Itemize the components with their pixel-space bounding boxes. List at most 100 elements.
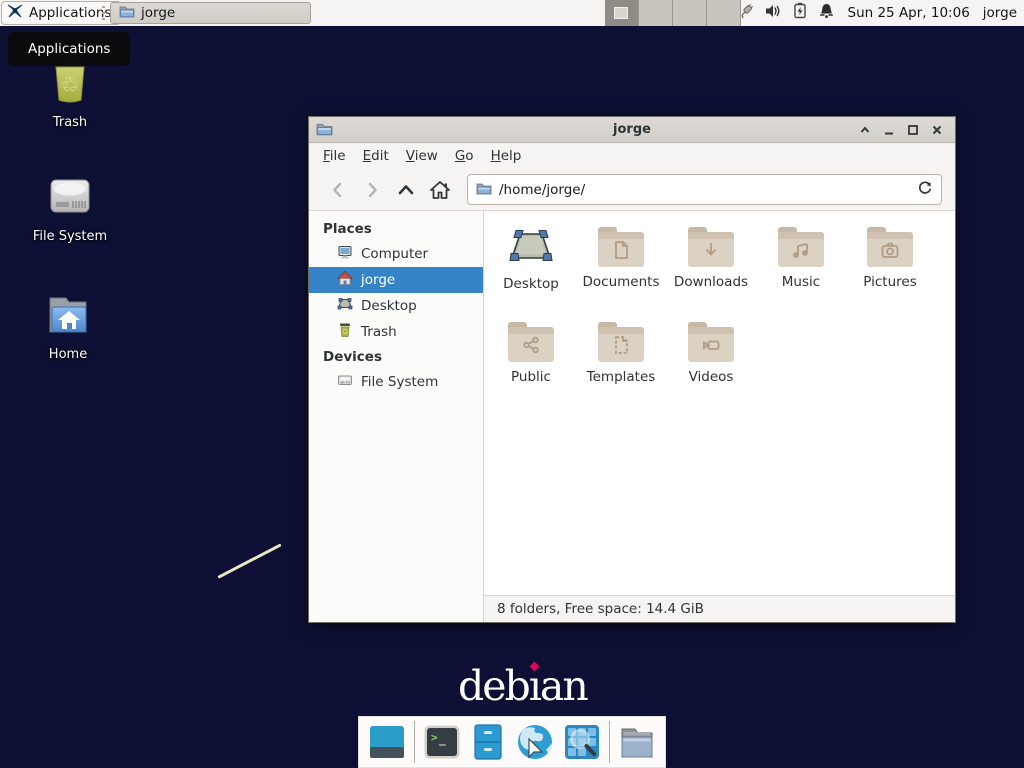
- sidebar-item-label: Computer: [361, 246, 428, 262]
- sidebar-item-jorge[interactable]: jorge: [309, 267, 483, 293]
- minimize-icon: [883, 124, 895, 136]
- panel-grip[interactable]: [102, 6, 106, 20]
- videos-folder-icon: [688, 322, 734, 362]
- shade-button[interactable]: [853, 117, 877, 143]
- workspace-pager[interactable]: [605, 0, 741, 26]
- file-item-public[interactable]: Public: [487, 322, 575, 385]
- file-item-pictures[interactable]: Pictures: [846, 227, 934, 290]
- taskbar-window-label: jorge: [141, 5, 175, 21]
- dock-terminal[interactable]: > _: [422, 720, 462, 764]
- dock-web-browser[interactable]: [515, 720, 555, 764]
- sidebar-item-label: File System: [361, 374, 438, 390]
- menu-view[interactable]: View: [406, 148, 438, 164]
- svg-text:>: >: [431, 731, 438, 744]
- sidebar-item-computer[interactable]: Computer: [309, 241, 483, 267]
- trash-icon: ♲: [45, 91, 95, 110]
- file-item-music[interactable]: Music: [757, 227, 845, 290]
- minimize-button[interactable]: [877, 117, 901, 143]
- file-item-desktop[interactable]: Desktop: [487, 227, 575, 292]
- close-button[interactable]: [925, 117, 949, 143]
- dock-folder[interactable]: [617, 720, 657, 764]
- file-label: Music: [757, 274, 845, 290]
- dock: > _: [358, 716, 666, 768]
- close-icon: [931, 124, 943, 136]
- network-plug-icon[interactable]: [736, 2, 755, 25]
- home-icon: [429, 180, 451, 200]
- chevron-right-icon: [363, 181, 381, 199]
- volume-icon[interactable]: [764, 2, 782, 24]
- hard-drive-icon: [45, 205, 95, 224]
- sidebar-header-places: Places: [309, 217, 483, 241]
- statusbar-text: 8 folders, Free space: 14.4 GiB: [497, 601, 704, 617]
- chevron-left-icon: [329, 181, 347, 199]
- window-folder-icon: [316, 121, 333, 140]
- maximize-button[interactable]: [901, 117, 925, 143]
- maximize-icon: [907, 124, 919, 136]
- desktop-icon-label: Trash: [15, 115, 125, 130]
- chevron-up-icon: [859, 124, 871, 136]
- xfce-logo-icon: [6, 2, 24, 24]
- notifications-bell-icon[interactable]: [818, 2, 835, 24]
- debian-logo-text-end: an: [540, 662, 587, 710]
- menu-help[interactable]: Help: [491, 148, 522, 164]
- file-item-templates[interactable]: Templates: [577, 322, 665, 385]
- battery-icon[interactable]: [791, 2, 809, 24]
- trash-icon: [337, 322, 353, 342]
- desktop-stray-line: [217, 543, 281, 578]
- window-titlebar[interactable]: jorge: [309, 117, 955, 143]
- desktop-icon: [507, 254, 555, 273]
- back-button[interactable]: [321, 175, 355, 205]
- reload-icon[interactable]: [917, 180, 933, 200]
- sidebar-item-label: jorge: [361, 272, 395, 288]
- folder-icon: [617, 724, 657, 760]
- file-label: Documents: [577, 274, 665, 290]
- workspace-2[interactable]: [639, 0, 673, 26]
- path-bar[interactable]: /home/jorge/: [467, 174, 942, 205]
- dock-show-desktop[interactable]: [367, 720, 407, 764]
- file-item-videos[interactable]: Videos: [667, 322, 755, 385]
- file-label: Desktop: [487, 276, 575, 292]
- dock-file-manager[interactable]: [469, 720, 509, 764]
- toolbar: /home/jorge/: [309, 169, 955, 210]
- path-input[interactable]: /home/jorge/: [499, 182, 910, 198]
- downloads-folder-icon: [688, 227, 734, 267]
- sidebar-item-trash[interactable]: Trash: [309, 319, 483, 345]
- menu-go[interactable]: Go: [455, 148, 474, 164]
- taskbar-window-button[interactable]: jorge: [110, 2, 311, 24]
- folder-icon: [476, 180, 492, 199]
- forward-button[interactable]: [355, 175, 389, 205]
- dock-app-finder[interactable]: [562, 720, 602, 764]
- file-item-downloads[interactable]: Downloads: [667, 227, 755, 290]
- public-folder-icon: [508, 322, 554, 362]
- home-button[interactable]: [423, 175, 457, 205]
- menu-file[interactable]: File: [323, 148, 346, 164]
- sidebar-item-label: Desktop: [361, 298, 417, 314]
- top-panel: Applications jorge: [0, 0, 1024, 26]
- debian-logo: debıan: [458, 662, 587, 710]
- sidebar-item-file-system[interactable]: File System: [309, 369, 483, 395]
- up-button[interactable]: [389, 175, 423, 205]
- desktop-icon-home[interactable]: Home: [13, 292, 123, 362]
- file-item-documents[interactable]: Documents: [577, 227, 665, 290]
- window-controls: [853, 117, 949, 143]
- globe-browser-icon: [515, 723, 555, 761]
- sidebar-item-desktop[interactable]: Desktop: [309, 293, 483, 319]
- file-label: Downloads: [667, 274, 755, 290]
- file-view: Desktop Documents: [484, 211, 955, 622]
- sidebar-item-label: Trash: [361, 324, 397, 340]
- dock-separator: [414, 721, 415, 763]
- applications-tooltip: Applications: [8, 32, 130, 66]
- desktop-icon-file-system[interactable]: File System: [15, 172, 125, 244]
- file-label: Templates: [577, 369, 665, 385]
- panel-username[interactable]: jorge: [983, 5, 1017, 21]
- system-tray: [736, 2, 835, 25]
- sidebar-header-devices: Devices: [309, 345, 483, 369]
- window-body: Places Computer: [309, 210, 955, 622]
- templates-folder-icon: [598, 322, 644, 362]
- menu-edit[interactable]: Edit: [363, 148, 389, 164]
- workspace-3[interactable]: [673, 0, 707, 26]
- panel-clock[interactable]: Sun 25 Apr, 10:06: [848, 5, 970, 21]
- workspace-1[interactable]: [605, 0, 639, 26]
- home-folder-icon: [43, 323, 93, 342]
- file-grid[interactable]: Desktop Documents: [484, 211, 955, 595]
